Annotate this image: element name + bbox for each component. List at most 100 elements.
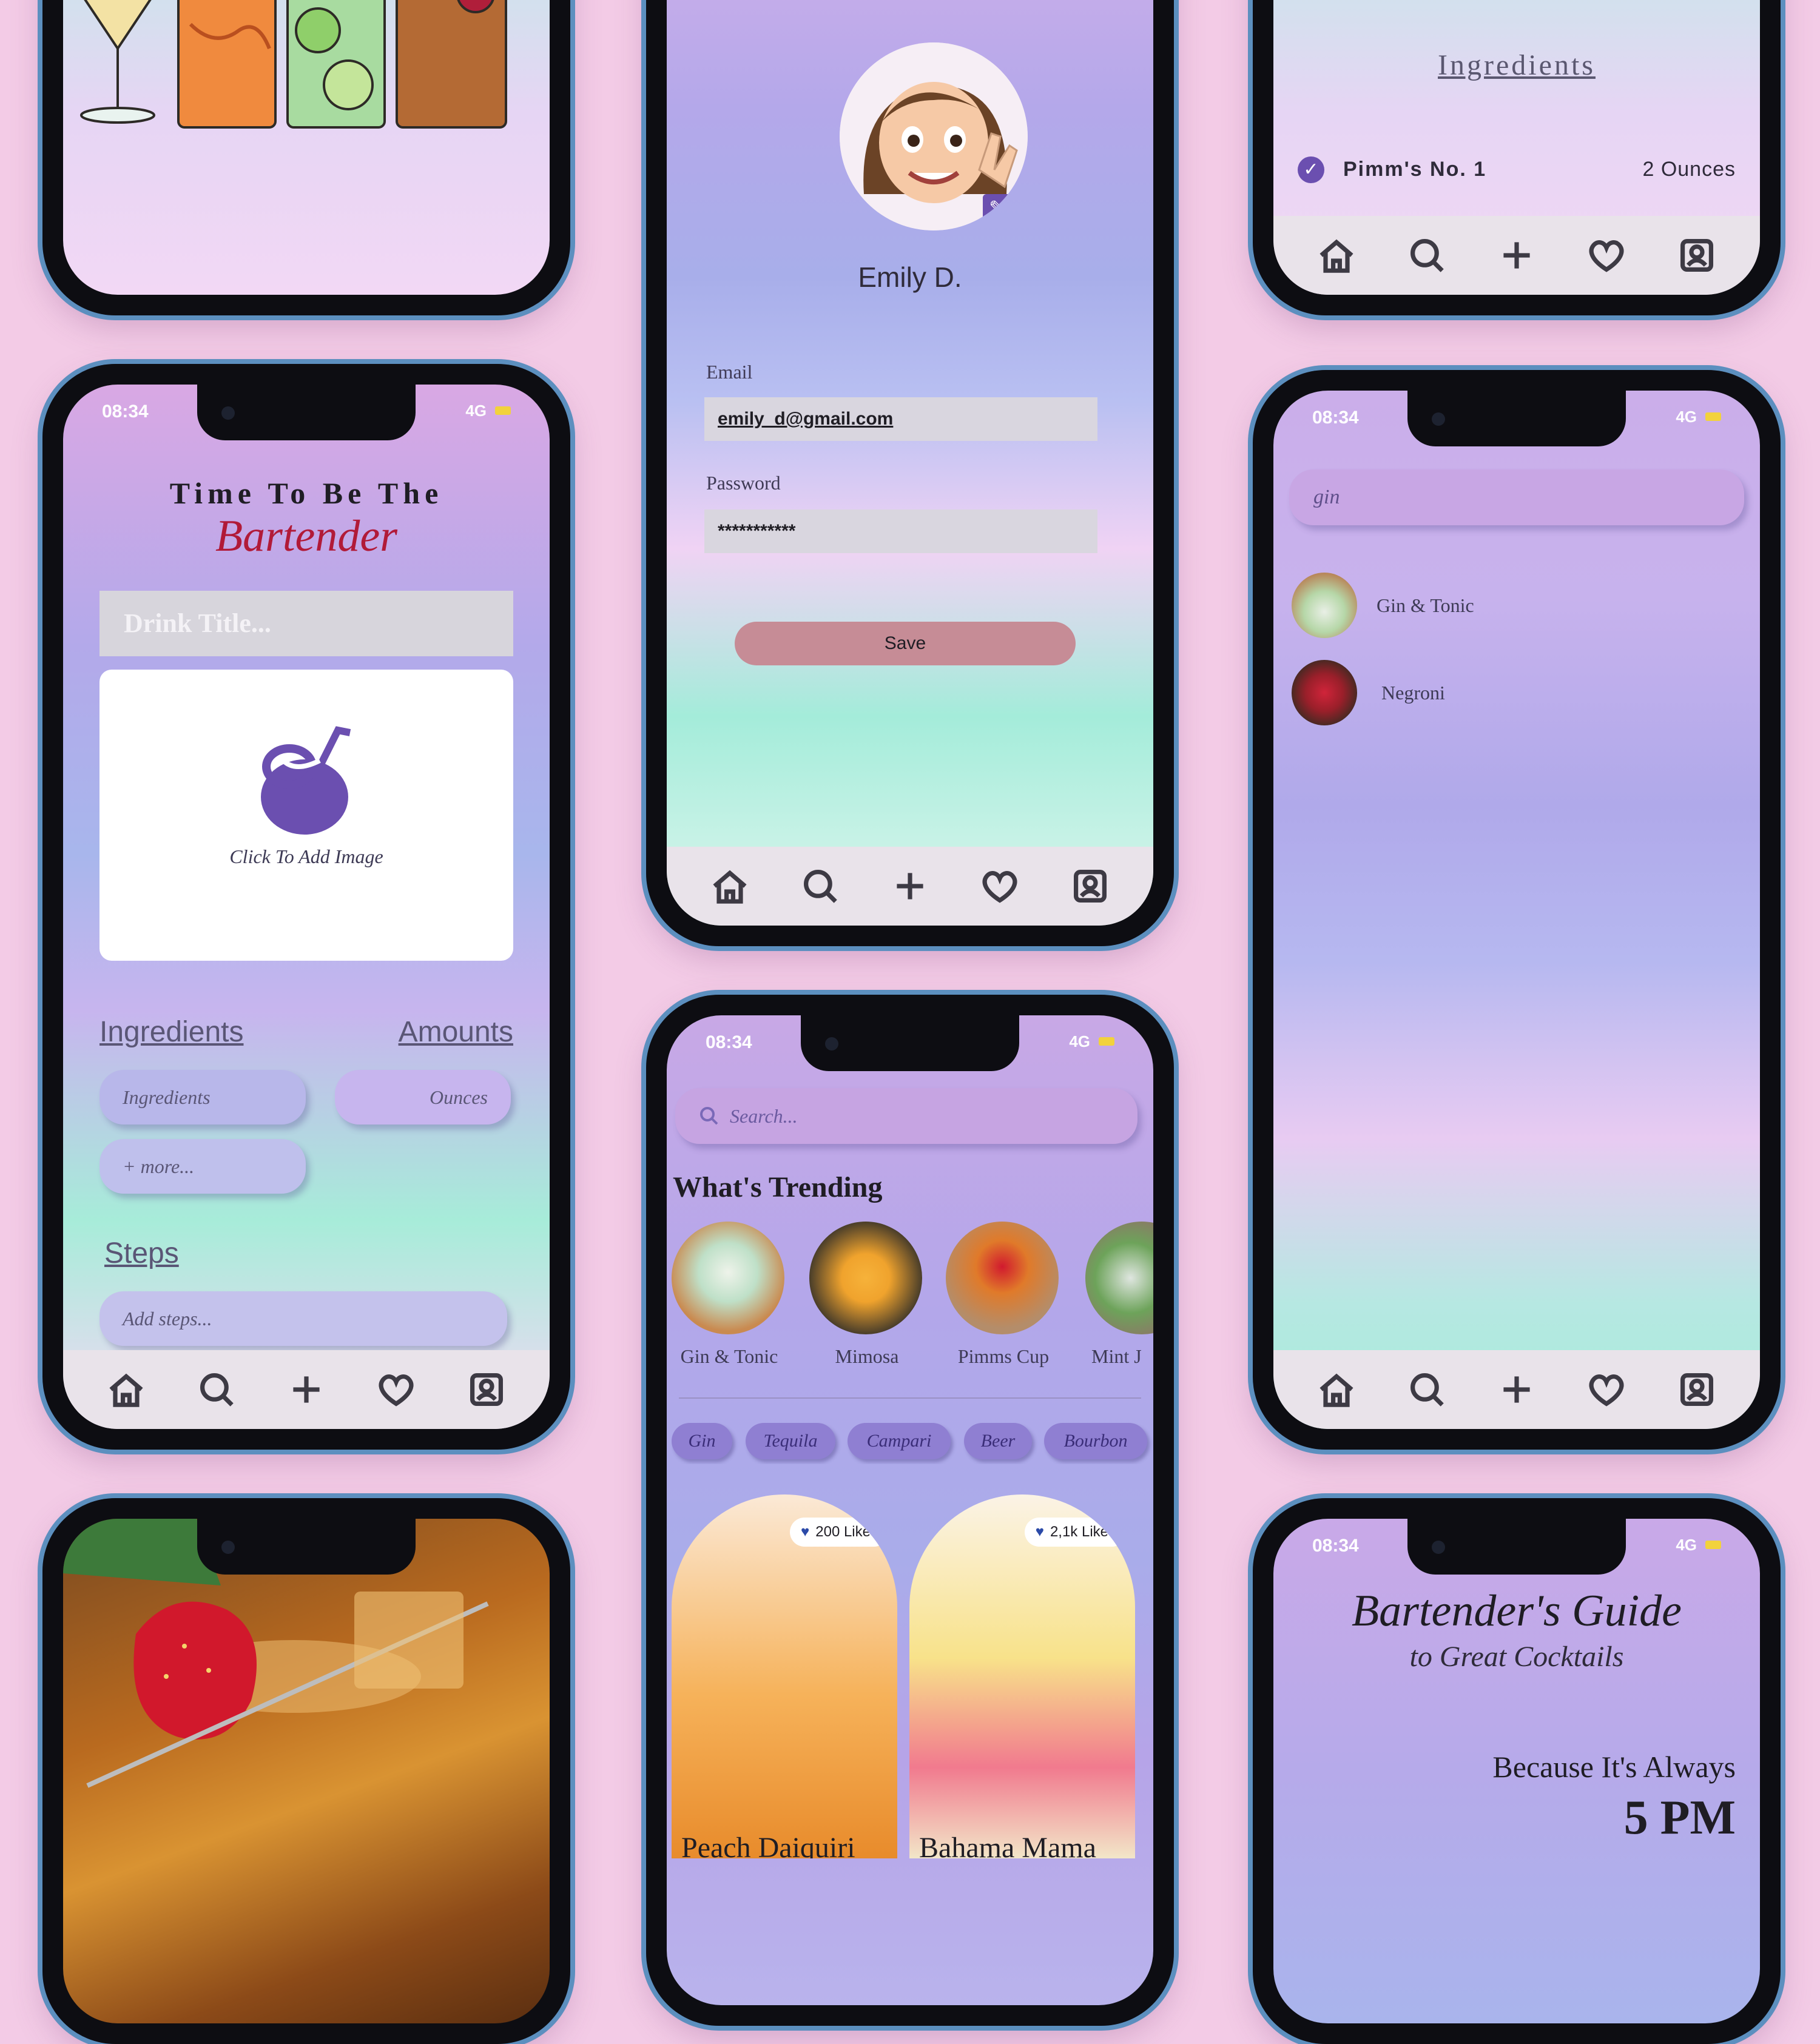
ingredients-header: Ingredients <box>99 1016 244 1048</box>
ingredient-input[interactable]: Ingredients <box>99 1070 306 1125</box>
plus-icon <box>897 873 923 899</box>
steps-input[interactable]: Add steps... <box>99 1291 507 1346</box>
tab-home[interactable] <box>102 1365 150 1414</box>
battery-icon <box>1705 412 1721 421</box>
phone-cocktail-art <box>42 0 570 315</box>
trending-item[interactable]: Mimosa <box>809 1222 925 1373</box>
tab-profile[interactable] <box>1066 862 1114 910</box>
drink-title-placeholder: Drink Title... <box>124 608 271 638</box>
edit-avatar-icon[interactable]: ✎ <box>983 194 1011 222</box>
filter-chip-campari[interactable]: Campari <box>848 1423 951 1459</box>
checkmark-icon[interactable]: ✓ <box>1298 156 1324 183</box>
heart-icon <box>1589 1374 1624 1407</box>
home-icon <box>1320 1373 1353 1407</box>
guide-subtitle: to Great Cocktails <box>1409 1641 1624 1673</box>
home-search-input[interactable]: Search... <box>675 1088 1138 1144</box>
tab-profile[interactable] <box>462 1365 511 1414</box>
trending-name: Pimms Cup <box>957 1345 1050 1367</box>
tab-home[interactable] <box>1312 231 1361 280</box>
home-icon <box>713 870 747 904</box>
status-bar: 08:34 4G <box>1312 408 1721 432</box>
status-time: 08:34 <box>1312 1536 1359 1556</box>
notch <box>197 1519 416 1575</box>
tab-profile[interactable] <box>1673 1365 1721 1414</box>
profile-name: Emily D. <box>858 261 962 293</box>
tab-favorites[interactable] <box>1582 231 1631 280</box>
email-value: emily_d@gmail.com <box>718 409 894 429</box>
tab-add[interactable] <box>886 862 934 910</box>
tab-bar <box>1273 216 1760 295</box>
email-label: Email <box>706 361 753 383</box>
add-image-label: Click To Add Image <box>229 846 383 867</box>
status-bar: 08:34 4G <box>706 1032 1114 1057</box>
ounces-placeholder: Ounces <box>430 1086 488 1108</box>
ingredient-amount: 2 Ounces <box>1642 158 1736 181</box>
tab-bar <box>667 847 1153 926</box>
avatar[interactable]: ✎ <box>840 42 1028 230</box>
tab-profile[interactable] <box>1673 231 1721 280</box>
profile-icon <box>1680 1373 1713 1406</box>
tab-search[interactable] <box>1403 231 1451 280</box>
tab-home[interactable] <box>1312 1365 1361 1414</box>
save-button[interactable]: Save <box>735 622 1076 665</box>
search-icon <box>200 1373 234 1407</box>
search-result[interactable]: Gin & Tonic <box>1292 573 1728 639</box>
status-bar: 08:34 4G <box>102 402 511 426</box>
camera <box>221 1541 235 1554</box>
steps-placeholder: Add steps... <box>123 1308 212 1330</box>
phone-create-drink: 08:34 4G Time To Be The Bartender Drink … <box>42 364 570 1450</box>
tab-bar <box>1273 1350 1760 1429</box>
drink-title-input[interactable]: Drink Title... <box>99 591 513 656</box>
filter-chip-gin[interactable]: Gin <box>672 1423 732 1459</box>
drink-photo-screen <box>63 1519 550 2023</box>
drink-card[interactable]: ♥ 200 Likes Peach Daiquiri <box>672 1494 897 1858</box>
password-value: *********** <box>718 521 796 541</box>
password-field[interactable]: *********** <box>704 509 1097 553</box>
home-screen: 08:34 4G Search... What's Trending Gin &… <box>667 1015 1153 2005</box>
search-results-screen: 08:34 4G gin Gin & Tonic Negroni <box>1273 391 1760 1429</box>
email-field[interactable]: emily_d@gmail.com <box>704 397 1097 441</box>
search-icon <box>803 870 837 903</box>
tab-favorites[interactable] <box>976 862 1024 910</box>
likes-badge: ♥ 2,1k Likes <box>1024 1518 1127 1547</box>
tab-search[interactable] <box>192 1365 241 1414</box>
tab-search[interactable] <box>1403 1365 1451 1414</box>
search-placeholder: Search... <box>730 1105 798 1127</box>
search-icon <box>1410 1373 1444 1407</box>
drink-card[interactable]: ♥ 2,1k Likes Bahama Mama <box>909 1494 1135 1858</box>
ingredient-name: Pimm's No. 1 <box>1343 158 1487 181</box>
create-title-line2: Bartender <box>215 511 398 561</box>
search-input[interactable]: gin <box>1289 469 1744 525</box>
ingredients-heading: Ingredients <box>1438 49 1596 81</box>
tab-home[interactable] <box>706 862 754 910</box>
tab-favorites[interactable] <box>1582 1365 1631 1414</box>
phone-profile: ✎ Emily D. Email emily_d@gmail.com Passw… <box>646 0 1174 946</box>
phone-search-results: 08:34 4G gin Gin & Tonic Negroni <box>1253 370 1781 1450</box>
tab-add[interactable] <box>282 1365 331 1414</box>
profile-icon <box>470 1373 503 1406</box>
tab-favorites[interactable] <box>372 1365 420 1414</box>
filter-chip-tequila[interactable]: Tequila <box>746 1423 835 1459</box>
guide-tagline: Because It's Always <box>1492 1750 1736 1784</box>
plus-icon <box>1503 1376 1530 1403</box>
ingredient-row[interactable]: ✓ Pimm's No. 1 2 Ounces <box>1298 152 1736 188</box>
phone-ingredients: Ingredients ✓ Pimm's No. 1 2 Ounces <box>1253 0 1781 315</box>
tab-search[interactable] <box>796 862 844 910</box>
likes-count: 2,1k Likes <box>1050 1524 1116 1540</box>
status-time: 08:34 <box>1312 408 1359 428</box>
filter-chip-beer[interactable]: Beer <box>964 1423 1032 1459</box>
create-drink-screen: 08:34 4G Time To Be The Bartender Drink … <box>63 385 550 1429</box>
trending-item[interactable]: Pimms Cup <box>946 1222 1061 1373</box>
search-result[interactable]: Negroni <box>1292 660 1728 727</box>
trending-item[interactable]: Gin & Tonic <box>672 1222 787 1373</box>
trending-thumbnail <box>1085 1222 1153 1334</box>
tab-add[interactable] <box>1492 1365 1541 1414</box>
tab-add[interactable] <box>1492 231 1541 280</box>
filter-chip-bourbon[interactable]: Bourbon <box>1044 1423 1147 1459</box>
add-image-area[interactable]: Click To Add Image <box>99 670 513 961</box>
status-network: 4G <box>1676 408 1697 426</box>
trending-item[interactable]: Mint J <box>1085 1222 1153 1373</box>
ounces-input[interactable]: Ounces <box>335 1070 511 1125</box>
amounts-header: Amounts <box>398 1016 513 1048</box>
more-ingredients-button[interactable]: + more... <box>99 1139 306 1194</box>
